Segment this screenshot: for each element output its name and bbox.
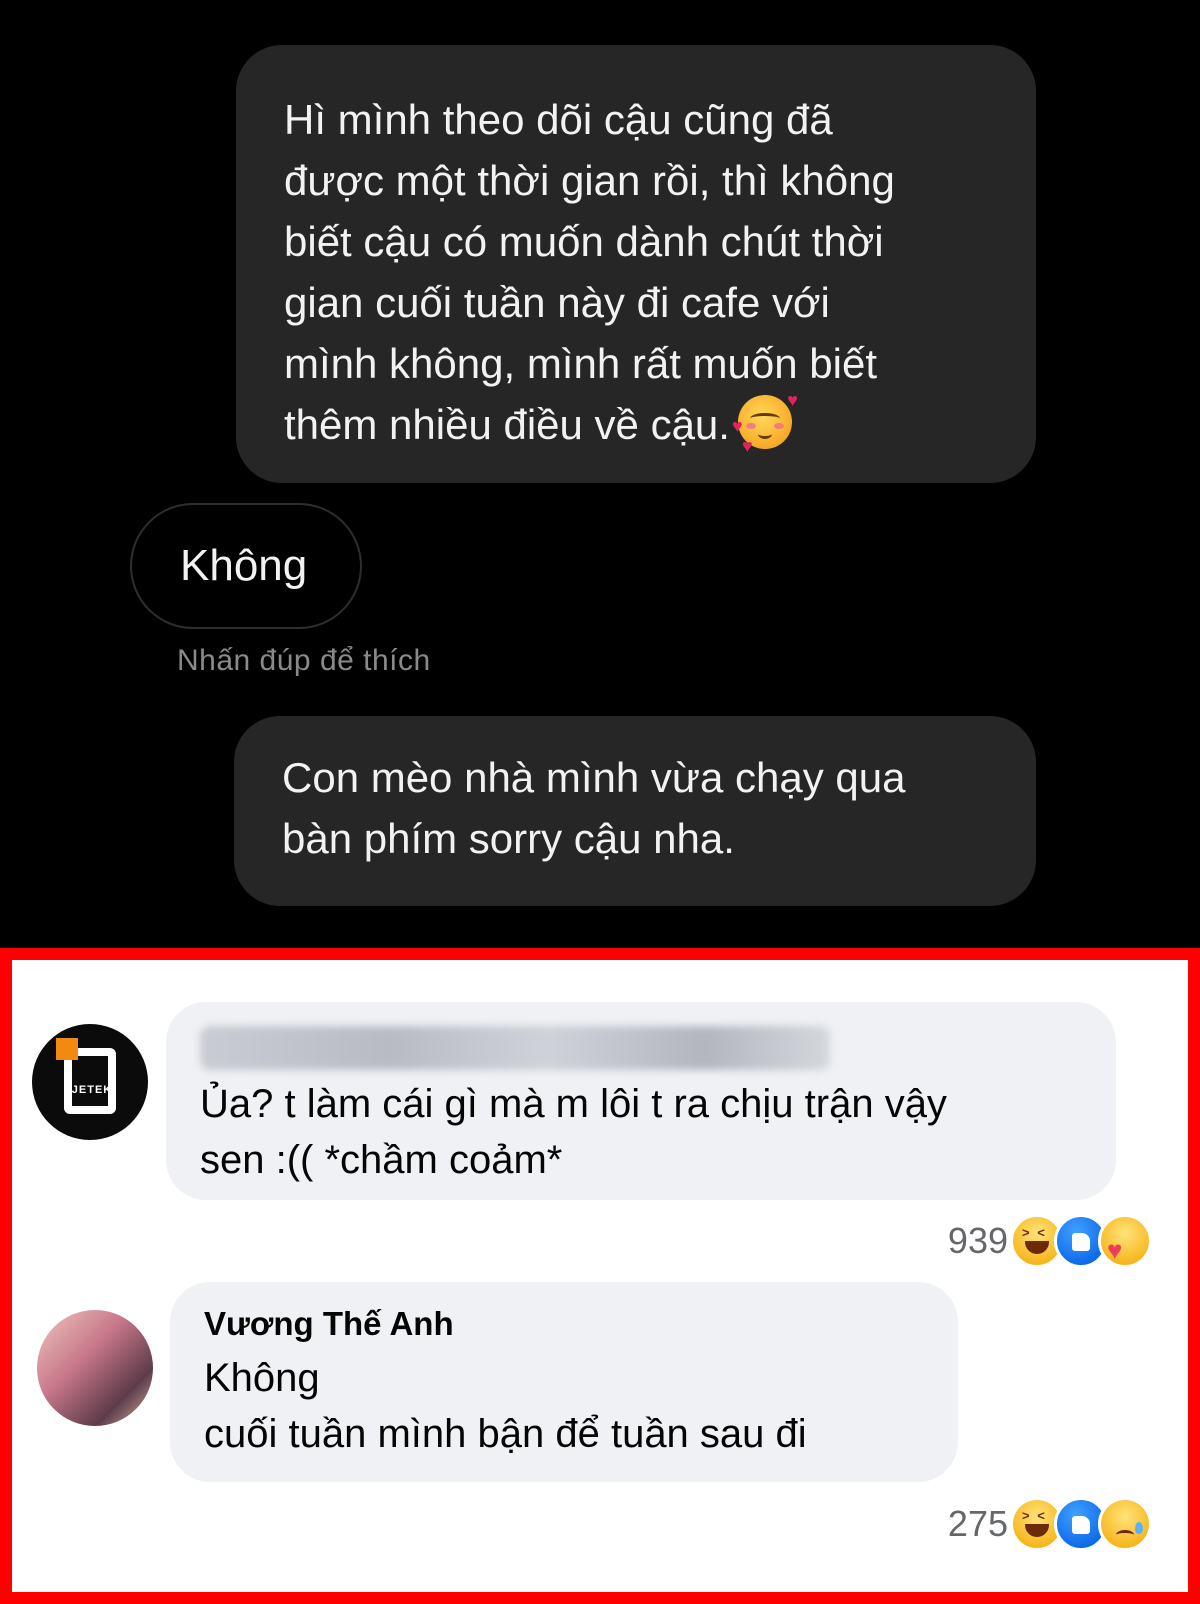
message-thread: Hì mình theo dõi cậu cũng đã được một th… bbox=[0, 0, 1200, 948]
double-tap-to-like-hint: Nhấn đúp để thích bbox=[177, 644, 431, 677]
comment-text: Ủa? t làm cái gì mà m lôi t ra chịu trận… bbox=[200, 1082, 947, 1182]
message-line: gian cuối tuần này đi cafe với bbox=[284, 279, 830, 326]
care-reaction-icon bbox=[1098, 1214, 1152, 1268]
comment-author[interactable]: Vương Thế Anh bbox=[204, 1302, 924, 1346]
comment-bubble[interactable]: Ủa? t làm cái gì mà m lôi t ra chịu trận… bbox=[166, 1002, 1116, 1200]
message-line: Con mèo nhà mình vừa chạy qua bbox=[282, 754, 906, 801]
message-line: bàn phím sorry cậu nha. bbox=[282, 815, 735, 862]
reaction-summary[interactable]: 939 bbox=[947, 1214, 1152, 1268]
comments-highlight-box: JETEK Ủa? t làm cái gì mà m lôi t ra chị… bbox=[0, 948, 1200, 1604]
reaction-count: 939 bbox=[947, 1220, 1008, 1261]
message-line: được một thời gian rồi, thì không bbox=[284, 157, 895, 204]
comment-text: Không cuối tuần mình bận để tuần sau đi bbox=[204, 1356, 807, 1456]
message-line-last: thêm nhiều điều về cậu. ♥ ♥ ♥ bbox=[284, 390, 798, 456]
sad-reaction-icon bbox=[1098, 1497, 1152, 1551]
received-message-bubble[interactable]: Không bbox=[130, 503, 362, 629]
redacted-author-name bbox=[200, 1026, 830, 1070]
message-line: Hì mình theo dõi cậu cũng đã bbox=[284, 96, 833, 143]
jetek-avatar[interactable]: JETEK bbox=[32, 1024, 148, 1140]
user-avatar[interactable] bbox=[37, 1310, 153, 1426]
reaction-summary[interactable]: 275 bbox=[947, 1497, 1152, 1551]
avatar-label: JETEK bbox=[71, 1084, 113, 1096]
message-line: biết cậu có muốn dành chút thời bbox=[284, 218, 884, 265]
smiling-face-with-hearts-icon: ♥ ♥ ♥ bbox=[731, 390, 798, 456]
reaction-count: 275 bbox=[947, 1503, 1008, 1544]
sent-message-bubble[interactable]: Con mèo nhà mình vừa chạy qua bàn phím s… bbox=[234, 716, 1036, 906]
sent-message-bubble[interactable]: Hì mình theo dõi cậu cũng đã được một th… bbox=[236, 45, 1036, 483]
message-line: mình không, mình rất muốn biết bbox=[284, 340, 877, 387]
comment-bubble[interactable]: Vương Thế Anh Không cuối tuần mình bận đ… bbox=[170, 1282, 958, 1482]
